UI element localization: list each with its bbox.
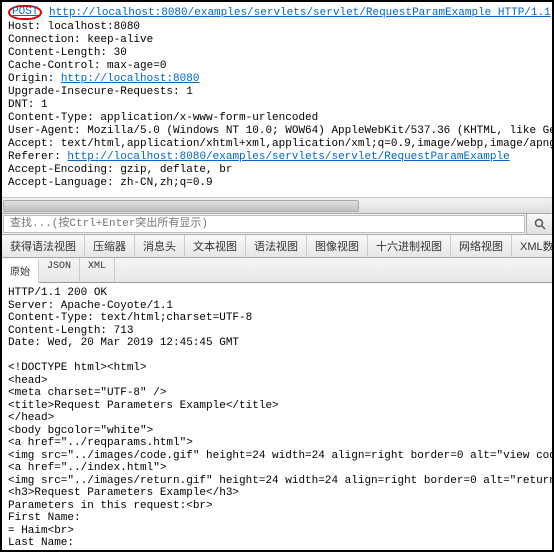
response-body-line: <head> (8, 375, 546, 388)
request-header: Cache-Control: max-age=0 (8, 60, 546, 73)
request-header: Content-Length: 30 (8, 47, 546, 60)
view-tabs: 获得语法视图压缩器消息头文本视图语法视图图像视图十六进制视图网络视图XML数据视 (2, 235, 552, 258)
response-body-line: <img src="../images/code.gif" height=24 … (8, 450, 546, 463)
view-tab[interactable]: 语法视图 (246, 235, 307, 257)
response-body-line: Parameters in this request:<br> (8, 500, 546, 513)
request-url[interactable]: http://localhost:8080/examples/servlets/… (49, 7, 551, 19)
request-header: Accept-Language: zh-CN,zh;q=0.9 (8, 177, 546, 190)
view-tab[interactable]: 网络视图 (451, 235, 512, 257)
request-header: Connection: keep-alive (8, 34, 546, 47)
format-tab[interactable]: JSON (39, 258, 80, 282)
response-body-line: = Haim<br> (8, 525, 546, 538)
response-header: Content-Length: 713 (8, 325, 546, 338)
view-tab[interactable]: 压缩器 (85, 235, 135, 257)
view-tab[interactable]: 文本视图 (185, 235, 246, 257)
response-body-line: Last Name: (8, 537, 546, 547)
response-body-line: <a href="../index.html"> (8, 462, 546, 475)
view-tab[interactable]: 图像视图 (307, 235, 368, 257)
request-method: POST (8, 5, 42, 20)
search-input[interactable] (3, 215, 525, 233)
request-header: Referer: http://localhost:8080/examples/… (8, 151, 546, 164)
response-body-line: <body bgcolor="white"> (8, 425, 546, 438)
response-status: HTTP/1.1 200 OK (8, 287, 546, 300)
response-header: Server: Apache-Coyote/1.1 (8, 300, 546, 313)
request-header: User-Agent: Mozilla/5.0 (Windows NT 10.0… (8, 125, 546, 138)
format-tabs: 原始JSONXML (2, 258, 552, 283)
response-header: Date: Wed, 20 Mar 2019 12:45:45 GMT (8, 337, 546, 350)
format-tab[interactable]: XML (80, 258, 115, 282)
response-body-line: <title>Request Parameters Example</title… (8, 400, 546, 413)
response-body-line: </head> (8, 412, 546, 425)
response-header: Content-Type: text/html;charset=UTF-8 (8, 312, 546, 325)
header-link[interactable]: http://localhost:8080 (61, 73, 200, 85)
view-tab[interactable]: 十六进制视图 (368, 235, 451, 257)
response-body-line: <h3>Request Parameters Example</h3> (8, 487, 546, 500)
request-header: Origin: http://localhost:8080 (8, 73, 546, 86)
search-button[interactable] (526, 214, 552, 234)
request-header: Host: localhost:8080 (8, 21, 546, 34)
view-tab[interactable]: XML数据视 (512, 235, 554, 257)
request-header: DNT: 1 (8, 99, 546, 112)
response-pane: HTTP/1.1 200 OK Server: Apache-Coyote/1.… (2, 283, 552, 547)
request-header: Content-Type: application/x-www-form-url… (8, 112, 546, 125)
search-icon (534, 218, 546, 230)
horizontal-scrollbar[interactable] (2, 197, 552, 213)
request-pane: POST http://localhost:8080/examples/serv… (2, 2, 552, 197)
response-body-line: <!DOCTYPE html><html> (8, 362, 546, 375)
request-header: Upgrade-Insecure-Requests: 1 (8, 86, 546, 99)
request-header: Accept: text/html,application/xhtml+xml,… (8, 138, 546, 151)
header-link[interactable]: http://localhost:8080/examples/servlets/… (67, 151, 509, 163)
view-tab[interactable]: 消息头 (135, 235, 185, 257)
response-body-line: <a href="../reqparams.html"> (8, 437, 546, 450)
response-body-line: First Name: (8, 512, 546, 525)
request-header: Accept-Encoding: gzip, deflate, br (8, 164, 546, 177)
response-body-line: <img src="../images/return.gif" height=2… (8, 475, 546, 488)
response-body-line: <meta charset="UTF-8" /> (8, 387, 546, 400)
search-bar (2, 213, 552, 235)
format-tab[interactable]: 原始 (2, 259, 39, 283)
view-tab[interactable]: 获得语法视图 (2, 235, 85, 257)
